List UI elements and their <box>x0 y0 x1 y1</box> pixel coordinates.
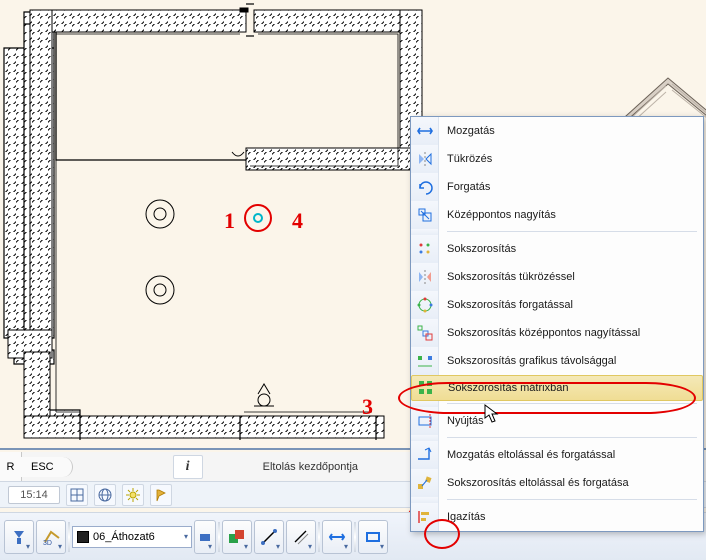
menu-item-stretch[interactable]: Nyújtás <box>411 407 703 435</box>
move-tool-button[interactable] <box>322 520 352 554</box>
menu-item-array-move-rotate[interactable]: Sokszorosítás eltolással és forgatása <box>411 469 703 497</box>
menu-item-array-rotate[interactable]: Sokszorosítás forgatással <box>411 291 703 319</box>
menu-item-array-scale[interactable]: Sokszorosítás középpontos nagyítással <box>411 319 703 347</box>
array-mirror-icon <box>411 263 439 291</box>
move-context-menu: Mozgatás Tükrözés Forgatás Középpontos n… <box>410 116 704 532</box>
menu-item-align[interactable]: Igazítás <box>411 503 703 531</box>
info-button[interactable]: i <box>173 455 203 479</box>
materials-button[interactable] <box>222 520 252 554</box>
globe-icon[interactable] <box>94 484 116 506</box>
menu-item-move-rotate[interactable]: Mozgatás eltolással és forgatással <box>411 441 703 469</box>
layer-name: 06_Áthozat6 <box>93 531 155 543</box>
menu-item-rotate[interactable]: Forgatás <box>411 173 703 201</box>
menu-item-array-mirror[interactable]: Sokszorosítás tükrözéssel <box>411 263 703 291</box>
array-matrix-icon <box>412 376 440 400</box>
array-move-rotate-icon <box>411 469 439 497</box>
menu-item-array-distance[interactable]: Sokszorosítás grafikus távolsággal <box>411 347 703 375</box>
svg-text:3D: 3D <box>43 540 52 546</box>
tab-r-label: R <box>7 461 15 473</box>
tab-esc-label: ESC <box>31 461 54 473</box>
grid-toggle-icon[interactable] <box>66 484 88 506</box>
flag-icon[interactable] <box>150 484 172 506</box>
move-icon <box>411 117 439 145</box>
coord-readout[interactable]: 15:14 <box>8 486 60 504</box>
menu-item-array[interactable]: Sokszorosítás <box>411 235 703 263</box>
menu-item-array-matrix[interactable]: Sokszorosítás mátrixban <box>411 375 703 401</box>
tab-r[interactable]: R <box>0 452 22 481</box>
array-rotate-icon <box>411 291 439 319</box>
rotate-icon <box>411 173 439 201</box>
layer-select[interactable]: 06_Áthozat6 <box>72 526 192 548</box>
fold-down-button[interactable] <box>4 520 34 554</box>
menu-item-mirror[interactable]: Tükrözés <box>411 145 703 173</box>
tab-esc[interactable]: ESC <box>21 457 73 477</box>
array-icon <box>411 235 439 263</box>
scale-icon <box>411 201 439 229</box>
sun-icon[interactable] <box>122 484 144 506</box>
rect-tool-button[interactable] <box>358 520 388 554</box>
layer-swatch <box>77 531 89 543</box>
array-scale-icon <box>411 319 439 347</box>
array-distance-icon <box>411 347 439 375</box>
stretch-icon <box>411 407 439 435</box>
line-tool-button[interactable] <box>254 520 284 554</box>
move-rotate-icon <box>411 441 439 469</box>
command-prompt: Eltolás kezdőpontja <box>263 461 358 473</box>
menu-item-scale[interactable]: Középpontos nagyítás <box>411 201 703 229</box>
3d-view-button[interactable]: 3D <box>36 520 66 554</box>
mirror-icon <box>411 145 439 173</box>
duplicate-tool-button[interactable] <box>286 520 316 554</box>
layer-visibility-button[interactable] <box>194 520 216 554</box>
align-icon <box>411 503 439 531</box>
menu-item-move[interactable]: Mozgatás <box>411 117 703 145</box>
